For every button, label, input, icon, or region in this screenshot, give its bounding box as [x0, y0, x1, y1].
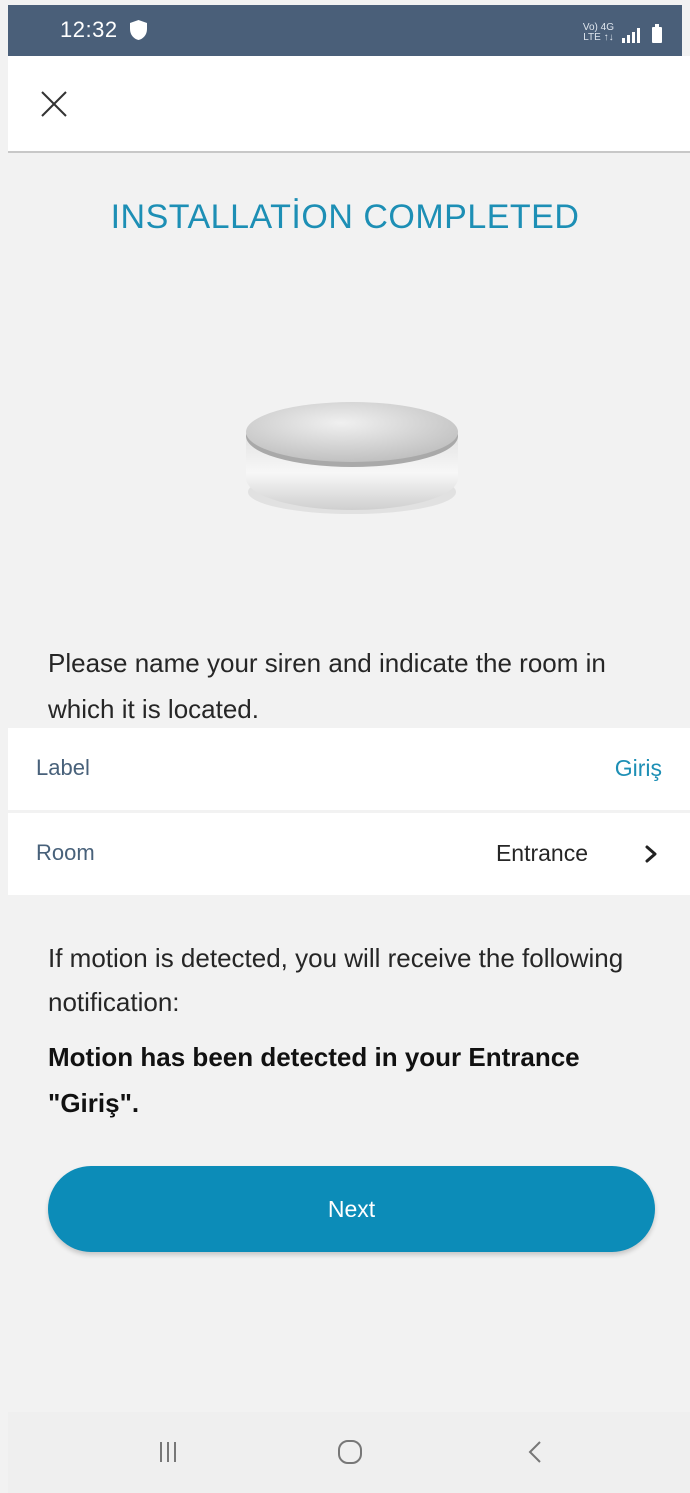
- network-indicator: Vo) 4G LTE ↑↓: [583, 23, 614, 43]
- network-bottom-text: LTE ↑↓: [583, 32, 614, 43]
- signal-icon: [622, 27, 640, 43]
- battery-icon: [652, 24, 662, 43]
- room-field-value: Entrance: [495, 840, 588, 866]
- recents-icon[interactable]: [150, 1434, 186, 1470]
- app-bar: [8, 56, 690, 153]
- room-field-name: Room: [36, 840, 95, 865]
- notification-message: Motion has been detected in your Entranc…: [48, 1042, 580, 1118]
- label-field-name: Label: [36, 755, 90, 780]
- next-button[interactable]: Next: [48, 1166, 655, 1252]
- label-field-row[interactable]: Label Giriş: [8, 728, 690, 810]
- home-icon[interactable]: [332, 1434, 368, 1470]
- notification-info-text: If motion is detected, you will receive …: [48, 943, 624, 1017]
- status-bar: 12:32 Vo) 4G LTE ↑↓: [8, 5, 682, 56]
- siren-device-image: [246, 402, 458, 514]
- label-field-value[interactable]: Giriş: [615, 755, 662, 782]
- shield-icon: [130, 20, 147, 40]
- chevron-right-icon[interactable]: [644, 844, 658, 864]
- close-icon[interactable]: [34, 84, 74, 124]
- page-title: INSTALLATİON COMPLETED: [110, 198, 580, 236]
- status-indicators: Vo) 4G LTE ↑↓: [583, 17, 662, 43]
- back-icon[interactable]: [518, 1434, 554, 1470]
- room-field-row[interactable]: Room Entrance: [8, 813, 690, 895]
- instruction-text: Please name your siren and indicate the …: [48, 648, 606, 724]
- system-nav-bar: [8, 1412, 690, 1493]
- status-time: 12:32: [60, 17, 118, 42]
